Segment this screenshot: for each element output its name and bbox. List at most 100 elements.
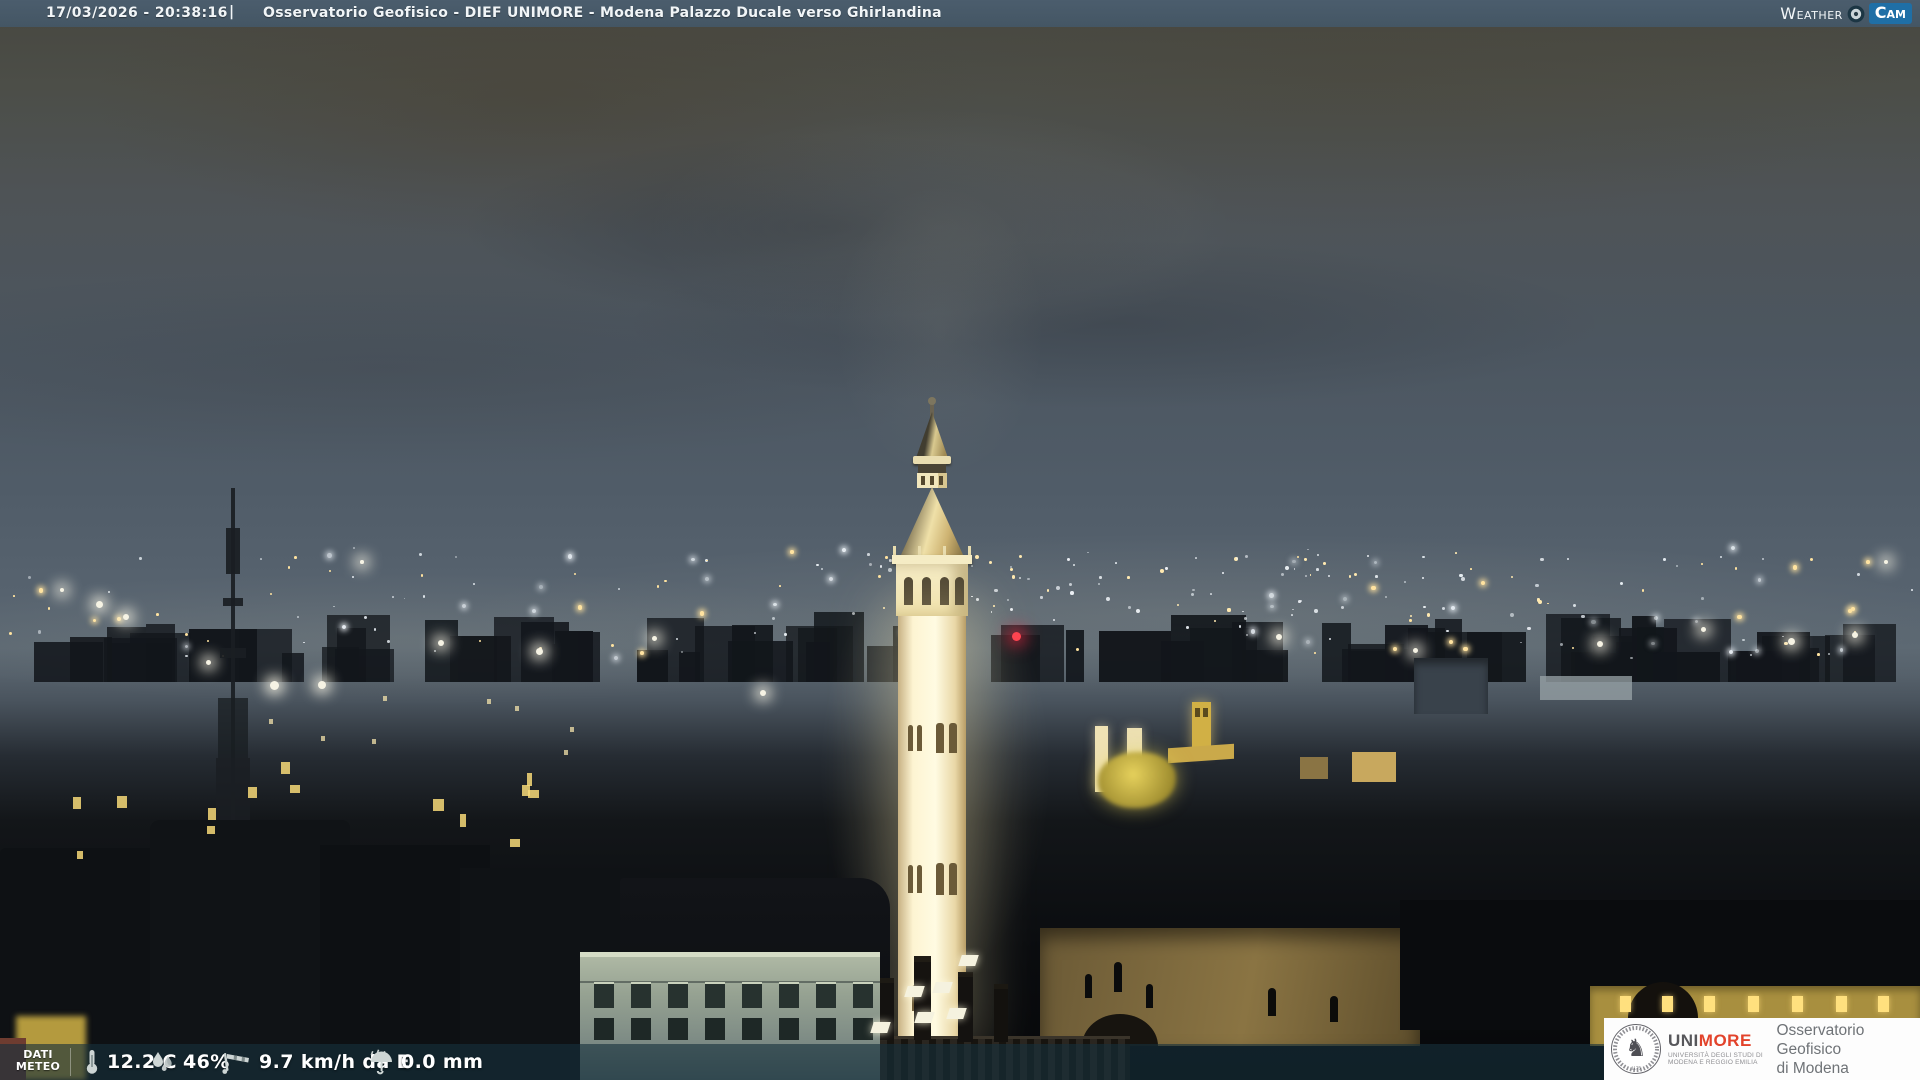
city-light [1298, 600, 1301, 603]
city-light [1076, 648, 1079, 651]
lit-window [73, 797, 81, 809]
city-light [1750, 654, 1753, 657]
city-light [419, 553, 422, 556]
facade-window [594, 1018, 614, 1040]
city-light [1547, 603, 1549, 605]
city-light [1567, 558, 1569, 560]
city-light [1349, 575, 1351, 577]
far-building [1561, 618, 1621, 682]
far-building [70, 637, 112, 682]
far-building [1001, 625, 1064, 682]
night-sky [0, 0, 1920, 1080]
city-light [1810, 558, 1813, 561]
far-building [1632, 616, 1656, 682]
far-building [1161, 641, 1204, 682]
city-light [1591, 620, 1595, 624]
rain-reading: 0.0 mm [368, 1044, 483, 1080]
city-light [1735, 567, 1737, 569]
header-separator: | [229, 4, 234, 20]
city-light [532, 609, 536, 613]
city-light [1782, 636, 1784, 638]
lit-window [1792, 996, 1803, 1012]
far-building [1619, 628, 1678, 682]
city-light [1056, 586, 1060, 590]
far-building [786, 626, 854, 682]
cathedral-tower [1127, 728, 1142, 792]
city-light [1461, 577, 1465, 581]
antenna-mast [216, 488, 250, 868]
city-light [206, 660, 211, 665]
city-light [1160, 569, 1164, 573]
city-light [1127, 576, 1130, 579]
city-light [1840, 648, 1843, 651]
city-light [1245, 555, 1248, 558]
city-light [1374, 561, 1378, 565]
dati-meteo-label: DATI METEO [8, 1049, 68, 1073]
city-light [1300, 600, 1302, 602]
city-light [1393, 647, 1397, 651]
facade-window [705, 1018, 725, 1040]
facade-window [742, 1018, 762, 1040]
city-light [1367, 555, 1369, 557]
lit-window [281, 762, 290, 774]
city-light [1463, 647, 1467, 651]
far-building [1322, 623, 1351, 682]
lit-window [528, 790, 539, 797]
webcam-frame: 17/03/2026 - 20:38:16 | Osservatorio Geo… [0, 0, 1920, 1080]
far-building [1736, 651, 1781, 682]
city-light [869, 563, 872, 566]
city-light [1449, 640, 1453, 644]
city-light [60, 588, 64, 592]
lit-skylight [958, 955, 979, 966]
tower-shaft [898, 616, 966, 1040]
city-light [479, 640, 481, 642]
city-light [1422, 577, 1424, 579]
city-light [705, 577, 709, 581]
lit-window [564, 750, 568, 755]
city-light [207, 640, 209, 642]
city-light [1087, 552, 1089, 554]
far-building [695, 626, 756, 682]
chimney [914, 956, 931, 1040]
far-building [1825, 635, 1875, 682]
rain-value: 0.0 mm [401, 1051, 483, 1073]
city-light [976, 598, 979, 601]
city-light [1012, 575, 1015, 578]
city-light [1270, 605, 1274, 609]
city-light [139, 557, 142, 560]
chimney [850, 962, 866, 1038]
city-light [1191, 593, 1194, 596]
unimore-seal: ♞ 1175 [1610, 1023, 1662, 1075]
palazzo-silhouette [1400, 900, 1920, 1030]
city-light [117, 617, 121, 621]
far-building [637, 650, 668, 682]
far-building [107, 627, 145, 682]
city-light [156, 613, 159, 616]
city-light [1316, 568, 1319, 571]
city-light [421, 574, 424, 577]
far-building [458, 636, 511, 682]
unimore-brand-box[interactable]: ♞ 1175 UNIMORE UNIVERSITÀ DEGLI STUDI DI… [1604, 1018, 1920, 1080]
red-warning-light [1012, 632, 1021, 641]
city-light [1053, 619, 1055, 621]
city-light [994, 589, 997, 592]
far-building [327, 615, 391, 682]
city-light [889, 559, 892, 562]
city-light [1385, 596, 1387, 598]
city-light [1413, 648, 1418, 653]
city-light [329, 570, 331, 572]
city-light [928, 592, 930, 594]
far-building [867, 646, 900, 682]
far-building [1637, 627, 1665, 682]
weathercam-logo[interactable]: Weather Cam [1780, 2, 1912, 25]
header-bar: 17/03/2026 - 20:38:16 | Osservatorio Geo… [0, 0, 1920, 27]
city-light [611, 644, 614, 647]
city-light [816, 564, 819, 567]
city-light [1854, 631, 1856, 633]
city-light [1010, 566, 1012, 568]
city-light [705, 559, 708, 562]
city-light [1192, 589, 1195, 592]
chimney [880, 978, 894, 1040]
humidity-reading: 46% [150, 1044, 230, 1080]
far-building [1616, 642, 1661, 682]
